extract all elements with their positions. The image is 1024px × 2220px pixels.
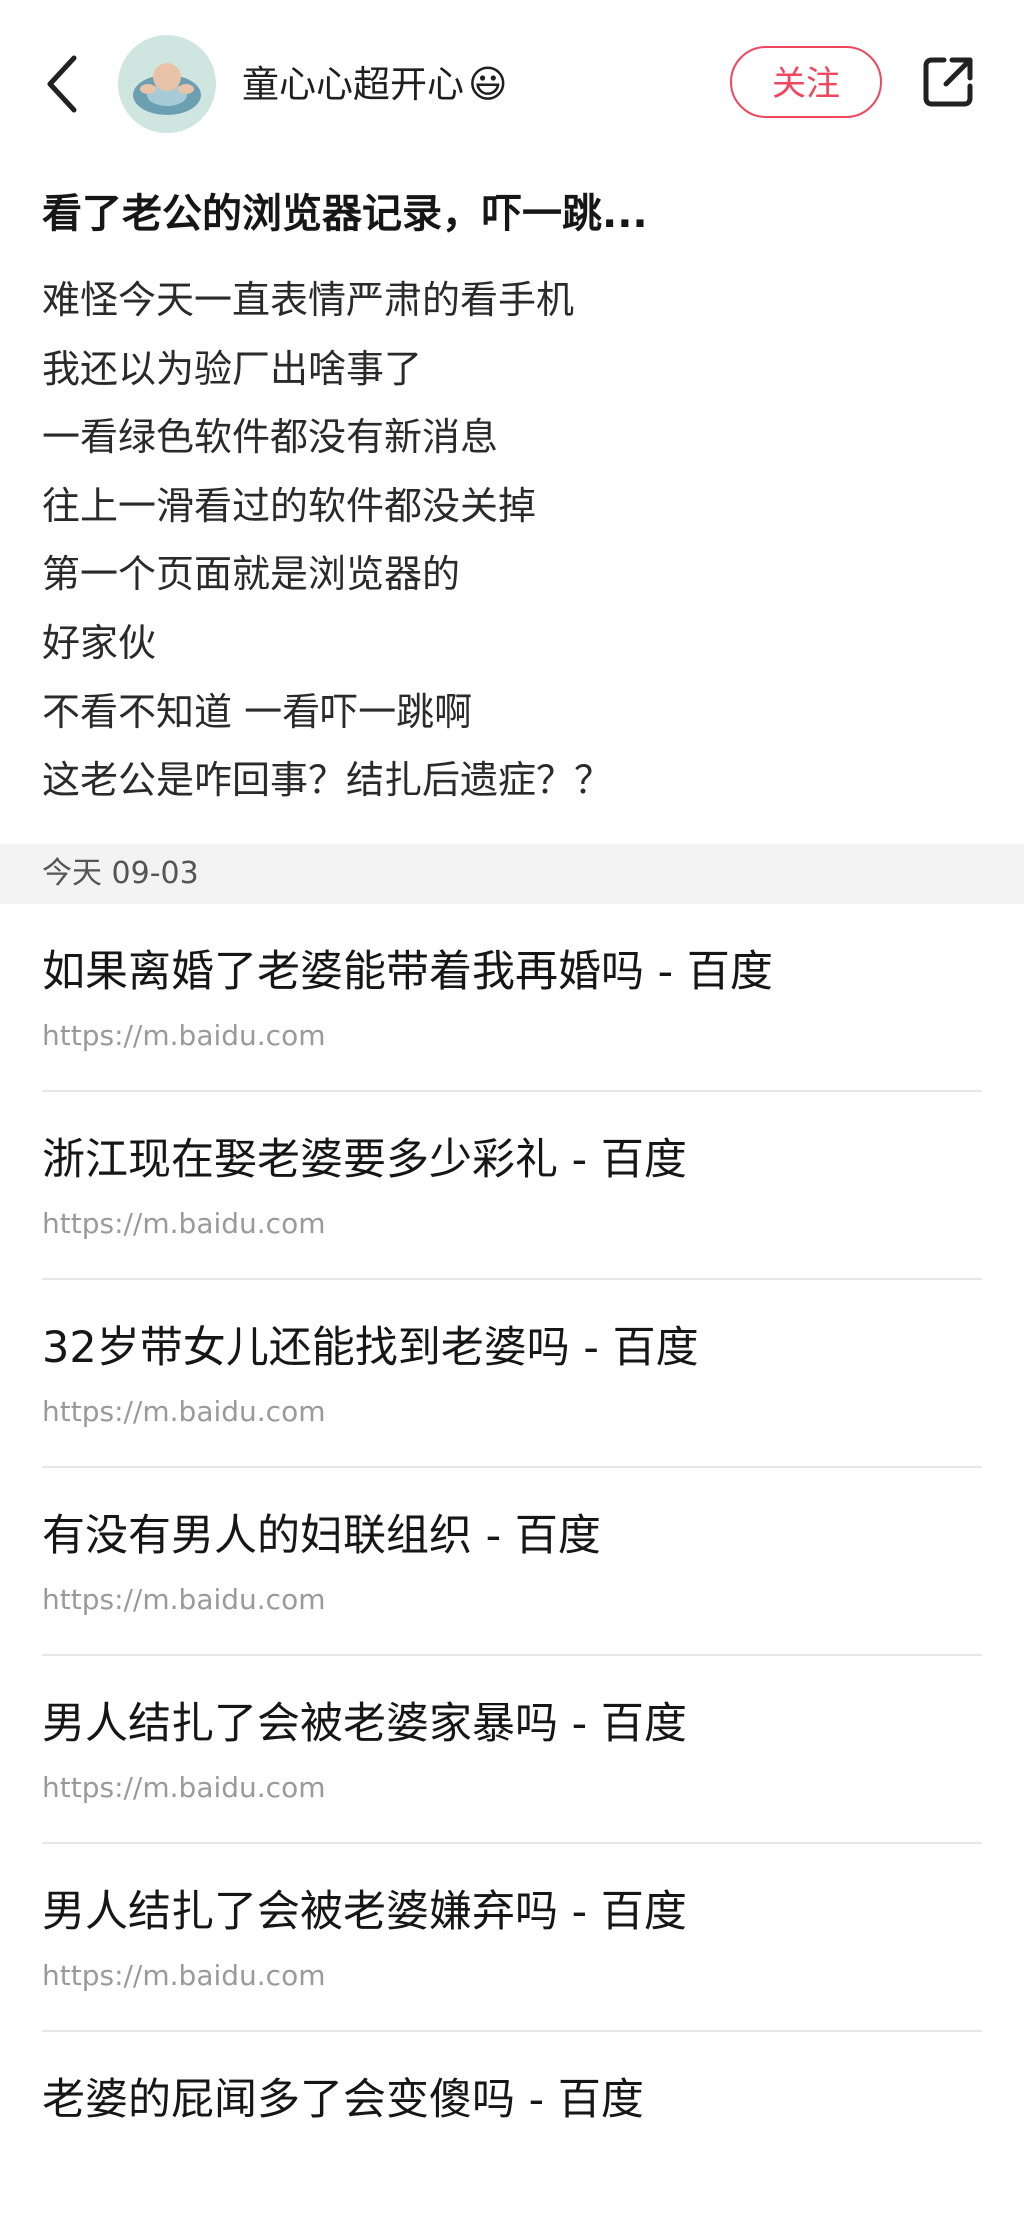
history-item-title: 有没有男人的妇联组织 - 百度	[42, 1511, 601, 1561]
post-line: 往上一滑看过的软件都没关掉	[42, 483, 537, 528]
username-text: 童心心超开心	[242, 63, 464, 106]
share-button[interactable]	[920, 54, 976, 110]
history-date-header: 今天 09-03	[0, 844, 1024, 904]
history-item[interactable]: 有没有男人的妇联组织 - 百度 https://m.baidu.com	[0, 1468, 1024, 1656]
history-item-title: 32岁带女儿还能找到老婆吗 - 百度	[42, 1323, 699, 1373]
chevron-left-icon	[47, 55, 77, 113]
history-item[interactable]: 男人结扎了会被老婆嫌弃吗 - 百度 https://m.baidu.com	[0, 1844, 1024, 2032]
post-line: 第一个页面就是浏览器的	[42, 552, 461, 597]
post-line: 我还以为验厂出啥事了	[42, 346, 423, 391]
follow-button[interactable]: 关注	[730, 46, 882, 118]
history-item[interactable]: 32岁带女儿还能找到老婆吗 - 百度 https://m.baidu.com	[0, 1280, 1024, 1468]
post-line: 难怪今天一直表情严肃的看手机	[42, 278, 575, 322]
history-item-url: https://m.baidu.com	[42, 1019, 326, 1052]
top-bar: 童心心超开心 😃 关注	[0, 0, 1024, 168]
date-label: 今天 09-03	[42, 856, 199, 891]
history-item-url: https://m.baidu.com	[42, 1207, 326, 1240]
history-item-title: 男人结扎了会被老婆嫌弃吗 - 百度	[42, 1887, 687, 1937]
history-item-title: 如果离婚了老婆能带着我再婚吗 - 百度	[42, 947, 773, 997]
back-button[interactable]	[40, 52, 90, 116]
history-item-title: 老婆的屁闻多了会变傻吗 - 百度	[42, 2075, 644, 2125]
post-title: 看了老公的浏览器记录，吓一跳...	[42, 191, 648, 237]
history-item-url: https://m.baidu.com	[42, 1771, 326, 1804]
history-item-title: 浙江现在娶老婆要多少彩礼 - 百度	[42, 1135, 687, 1185]
history-list: 如果离婚了老婆能带着我再婚吗 - 百度 https://m.baidu.com …	[0, 904, 1024, 2220]
share-external-icon	[923, 57, 973, 107]
avatar[interactable]	[118, 35, 216, 133]
history-item-url: https://m.baidu.com	[42, 1583, 326, 1616]
post-line: 一看绿色软件都没有新消息	[42, 415, 499, 460]
post-line: 这老公是咋回事？结扎后遗症？？	[42, 758, 613, 803]
username[interactable]: 童心心超开心 😃	[242, 56, 508, 113]
smiley-emoji-icon: 😃	[468, 62, 508, 106]
history-item-title: 男人结扎了会被老婆家暴吗 - 百度	[42, 1699, 687, 1749]
history-item[interactable]: 老婆的屁闻多了会变傻吗 - 百度	[0, 2032, 1024, 2220]
history-item-url: https://m.baidu.com	[42, 1959, 326, 1992]
history-item[interactable]: 如果离婚了老婆能带着我再婚吗 - 百度 https://m.baidu.com	[0, 904, 1024, 1092]
post-line: 好家伙	[42, 620, 157, 665]
post-line: 不看不知道 一看吓一跳啊	[42, 689, 473, 734]
avatar-image	[118, 35, 216, 133]
post-body: 难怪今天一直表情严肃的看手机 我还以为验厂出啥事了 一看绿色软件都没有新消息 往…	[42, 266, 982, 815]
history-item[interactable]: 男人结扎了会被老婆家暴吗 - 百度 https://m.baidu.com	[0, 1656, 1024, 1844]
history-item[interactable]: 浙江现在娶老婆要多少彩礼 - 百度 https://m.baidu.com	[0, 1092, 1024, 1280]
history-item-url: https://m.baidu.com	[42, 1395, 326, 1428]
